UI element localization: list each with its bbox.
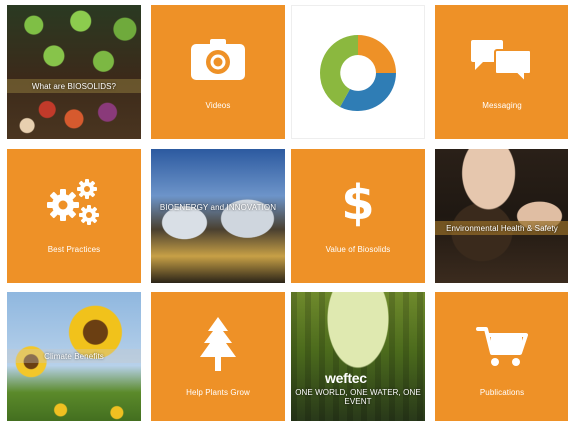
tile-label: Value of Biosolids [325,245,391,254]
tile-label: BIOENERGY and INNOVATION [159,203,277,212]
tile-what-are-biosolids[interactable]: What are BIOSOLIDS? [7,5,141,139]
tile-label: Best Practices [47,245,101,254]
dollar-icon: $ [341,175,375,231]
tile-publications[interactable]: Publications [435,292,568,421]
tile-messaging[interactable]: Messaging [435,5,568,139]
gears-icon [7,175,141,231]
tile-label: What are BIOSOLIDS? [31,82,117,91]
swirl-logo-icon [292,28,424,118]
tile-climate-benefits[interactable]: Climate Benefits [7,292,141,421]
tile-label: Videos [205,101,231,110]
tile-label: Messaging [482,101,522,110]
camera-icon [151,31,285,87]
tile-help-plants-grow[interactable]: Help Plants Grow [151,292,285,421]
cart-icon [435,318,568,374]
tile-logo[interactable] [291,5,425,139]
tile-videos[interactable]: Videos [151,5,285,139]
tile-label: Environmental Health & Safety [446,224,558,233]
chat-bubbles-icon [435,31,568,87]
tile-label: ONE WORLD, ONE WATER, ONE EVENT [295,388,421,406]
tile-environmental-health-safety[interactable]: Environmental Health & Safety [435,149,568,283]
tile-weftec[interactable]: weftec ONE WORLD, ONE WATER, ONE EVENT [291,292,425,421]
tile-label: Climate Benefits [44,352,104,361]
tile-label: Help Plants Grow [186,388,250,397]
tree-icon [151,314,285,376]
weftec-logo: weftec [325,370,367,386]
tile-best-practices[interactable]: Best Practices [7,149,141,283]
tile-grid: What are BIOSOLIDS? Videos Messaging Bes… [0,0,568,421]
tile-bioenergy-innovation[interactable]: BIOENERGY and INNOVATION [151,149,285,283]
tile-label: Publications [479,388,525,397]
tile-value-of-biosolids[interactable]: $ Value of Biosolids [291,149,425,283]
